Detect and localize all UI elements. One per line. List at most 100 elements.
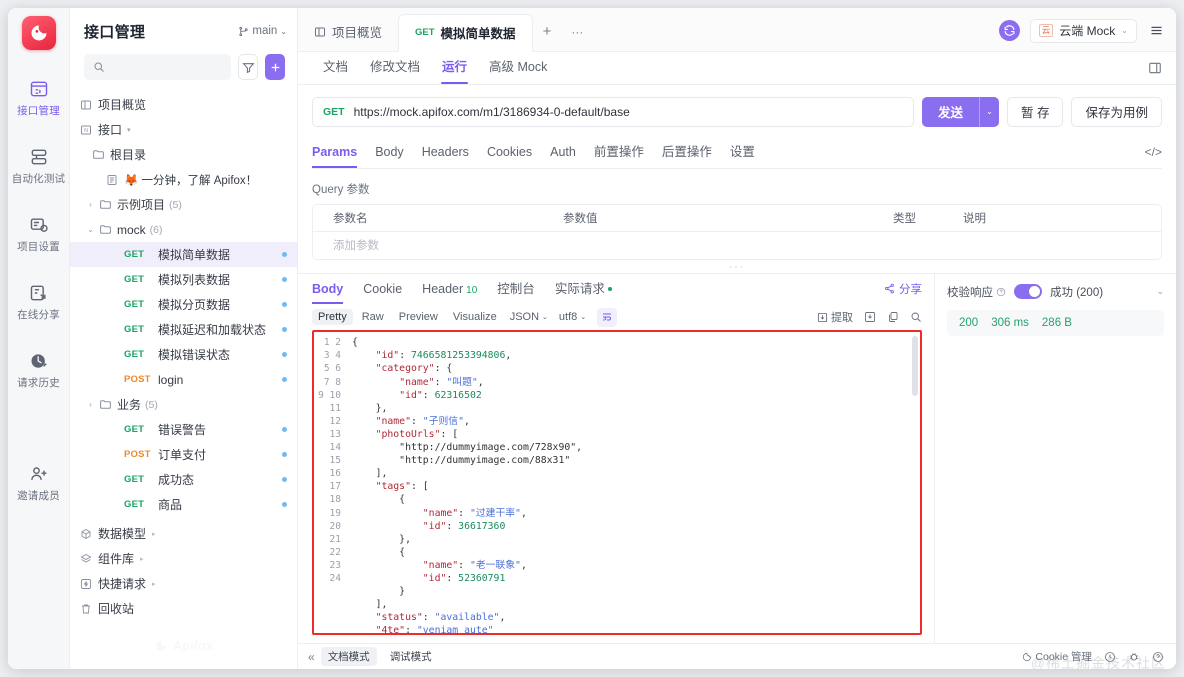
tab-response-header[interactable]: Header 10	[412, 274, 487, 304]
tab-params[interactable]: Params	[312, 136, 366, 169]
tree-api-mock-simple[interactable]: GET 模拟简单数据	[70, 242, 297, 267]
search-box[interactable]	[84, 54, 231, 80]
chevron-down-icon[interactable]: ⌄	[1156, 286, 1164, 297]
hamburger-icon[interactable]	[1147, 23, 1166, 38]
more-tabs-button[interactable]: ···	[561, 13, 593, 51]
tree-item-intro-doc[interactable]: 🦊 一分钟，了解 Apifox！	[70, 167, 297, 192]
save-icon[interactable]	[864, 311, 876, 323]
tab-doc[interactable]: 文档	[312, 51, 359, 84]
sidebar-item-online-share[interactable]: 在线分享	[10, 276, 68, 328]
search-icon[interactable]	[910, 311, 922, 323]
add-api-button[interactable]	[265, 54, 285, 80]
search-input[interactable]	[111, 61, 222, 73]
tab-settings[interactable]: 设置	[721, 136, 764, 168]
sync-icon[interactable]	[998, 20, 1020, 42]
tab-cookies[interactable]: Cookies	[478, 136, 541, 168]
chevron-down-icon[interactable]: ▾	[127, 126, 131, 134]
share-button[interactable]: 分享	[884, 281, 922, 297]
tree-api-mock-error[interactable]: GET 模拟错误状态	[70, 342, 297, 367]
wrap-lines-icon[interactable]	[597, 307, 618, 327]
code-scrollbar[interactable]	[912, 336, 918, 397]
mode-debug-button[interactable]: 调试模式	[383, 647, 439, 666]
tab-headers[interactable]: Headers	[413, 136, 478, 168]
extract-button[interactable]: 提取	[817, 309, 853, 325]
mock-environment-selector[interactable]: 云 云端 Mock ⌄	[1029, 18, 1137, 43]
chevron-right-icon[interactable]: ›	[84, 400, 97, 409]
tree-item-quick-request[interactable]: 快捷请求 ▸	[70, 571, 297, 596]
tree-item-data-model[interactable]: 数据模型 ▸	[70, 521, 297, 546]
tree-folder-mock[interactable]: ⌄ mock (6)	[70, 217, 297, 242]
code-brackets-icon[interactable]: </>	[1145, 145, 1162, 159]
panel-splitter[interactable]: ···	[298, 261, 1176, 273]
chevron-right-icon[interactable]: ▸	[140, 555, 144, 563]
verify-response-toggle[interactable]	[1014, 284, 1042, 300]
format-pretty[interactable]: Pretty	[312, 309, 353, 326]
format-preview[interactable]: Preview	[393, 309, 444, 325]
tree-item-component-library[interactable]: 组件库 ▸	[70, 546, 297, 571]
tab-project-overview[interactable]: 项目概览	[298, 13, 398, 51]
sidebar-item-automation-test[interactable]: 自动化测试	[10, 140, 68, 192]
encoding-select[interactable]: utf8 ⌄	[555, 309, 590, 325]
send-options-caret[interactable]: ⌄	[979, 96, 999, 127]
code-content[interactable]: { "id": 7466581253394806, "category": { …	[348, 332, 920, 633]
tree-folder-root[interactable]: 根目录	[70, 142, 297, 167]
tab-response-body[interactable]: Body	[312, 274, 353, 304]
response-code-editor[interactable]: 1 2 3 4 5 6 7 8 9 10 11 12 13 14 15 16 1…	[312, 330, 922, 636]
tree-api-mock-list[interactable]: GET 模拟列表数据	[70, 267, 297, 292]
sidebar-item-project-settings[interactable]: 项目设置	[10, 208, 68, 260]
send-button[interactable]: 发送	[921, 96, 979, 127]
tree-item-interfaces[interactable]: N 接口 ▾	[70, 117, 297, 142]
tree-api-login[interactable]: POST login	[70, 367, 297, 392]
chevron-down-icon[interactable]: ⌄	[84, 225, 97, 234]
cookie-manager-button[interactable]: Cookie 管理	[1022, 649, 1092, 664]
question-circle-icon[interactable]	[1152, 651, 1164, 663]
tab-response-cookie[interactable]: Cookie	[353, 274, 412, 304]
chevron-right-icon[interactable]: ›	[84, 200, 97, 209]
filter-icon[interactable]	[238, 54, 258, 80]
tree-api-mock-pagination[interactable]: GET 模拟分页数据	[70, 292, 297, 317]
tree-api-success-state[interactable]: GET 成功态	[70, 467, 297, 492]
language-select[interactable]: JSON ⌄	[506, 309, 552, 325]
tab-mock-simple-data[interactable]: GET 模拟简单数据	[398, 13, 533, 52]
tree-api-mock-delay[interactable]: GET 模拟延迟和加载状态	[70, 317, 297, 342]
tab-pre-operation[interactable]: 前置操作	[585, 136, 653, 168]
table-row[interactable]: 添加参数	[313, 232, 1161, 259]
tab-auth[interactable]: Auth	[541, 136, 585, 168]
save-draft-button[interactable]: 暂 存	[1007, 96, 1064, 127]
add-tab-button[interactable]: +	[533, 13, 562, 51]
bug-icon[interactable]	[1128, 651, 1140, 663]
help-icon[interactable]	[996, 287, 1006, 297]
collapse-left-icon[interactable]: «	[308, 650, 315, 664]
tree-folder-sample-project[interactable]: › 示例项目 (5)	[70, 192, 297, 217]
tab-post-operation[interactable]: 后置操作	[653, 136, 721, 168]
format-visualize[interactable]: Visualize	[447, 309, 503, 325]
chevron-right-icon[interactable]: ▸	[152, 530, 156, 538]
tab-edit-doc[interactable]: 修改文档	[359, 51, 431, 84]
branch-selector[interactable]: main ⌄	[238, 25, 287, 37]
tab-run[interactable]: 运行	[431, 51, 478, 85]
tree-api-product[interactable]: GET 商品	[70, 492, 297, 517]
sidebar-item-invite-member[interactable]: 邀请成员	[10, 457, 68, 509]
tab-body[interactable]: Body	[366, 136, 413, 168]
tree-item-project-overview[interactable]: 项目概览	[70, 92, 297, 117]
copy-icon[interactable]	[887, 311, 899, 323]
tab-actual-request[interactable]: 实际请求	[545, 274, 622, 304]
tree-item-recycle-bin[interactable]: 回收站	[70, 596, 297, 621]
chevron-right-icon[interactable]: ▸	[152, 580, 156, 588]
sidebar-item-api-management[interactable]: 接口管理	[10, 72, 68, 124]
add-param-placeholder[interactable]: 添加参数	[313, 237, 563, 253]
mode-doc-button[interactable]: 文档模式	[320, 647, 377, 667]
format-raw[interactable]: Raw	[356, 309, 390, 325]
panel-layout-icon[interactable]	[1148, 61, 1162, 75]
sidebar-item-request-history[interactable]: 请求历史	[10, 344, 68, 396]
apifox-logo-icon[interactable]	[21, 16, 56, 50]
help-circle-icon[interactable]	[1104, 651, 1116, 663]
tree-api-order-payment[interactable]: POST 订单支付	[70, 442, 297, 467]
save-as-case-button[interactable]: 保存为用例	[1071, 96, 1162, 127]
tab-advanced-mock[interactable]: 高级 Mock	[478, 51, 558, 84]
url-input[interactable]: https://mock.apifox.com/m1/3186934-0-def…	[354, 105, 630, 119]
tab-console[interactable]: 控制台	[487, 274, 545, 304]
url-input-box[interactable]: GET https://mock.apifox.com/m1/3186934-0…	[312, 96, 914, 127]
tree-api-error-warning[interactable]: GET 错误警告	[70, 417, 297, 442]
tree-folder-business[interactable]: › 业务 (5)	[70, 392, 297, 417]
